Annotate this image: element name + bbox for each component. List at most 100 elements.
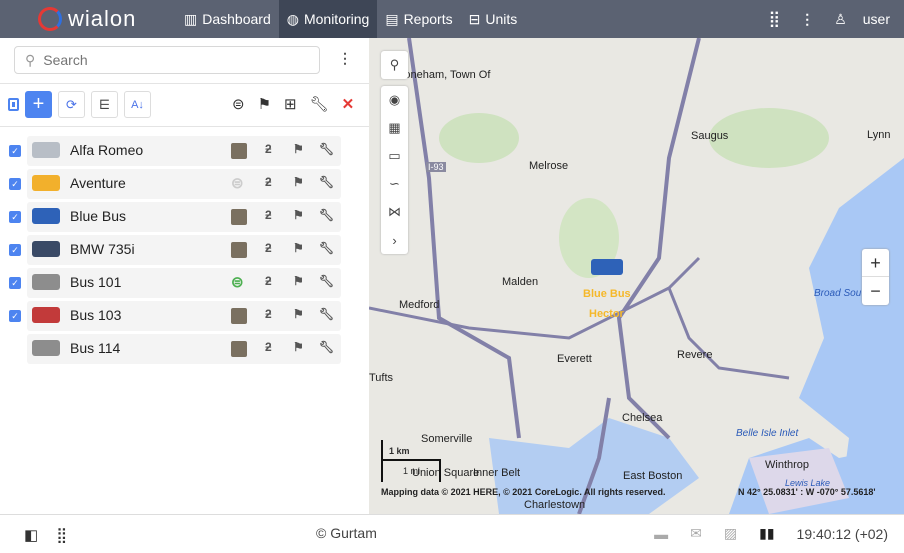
wrench-icon[interactable]: 🔧︎ (319, 142, 334, 156)
search-box[interactable]: ⚲ (14, 46, 320, 74)
clock: 19:40:12 (+02) (796, 525, 888, 542)
unit-row[interactable]: ✓ Alfa Romeo ƻ ⚑ 🔧︎ (0, 136, 345, 166)
logo-text: wialon (68, 6, 137, 31)
wrench-icon[interactable]: 🔧︎ (319, 175, 334, 189)
unit-row[interactable]: ✓ BMW 735i ƻ ⚑ 🔧︎ (0, 235, 345, 265)
ruler-icon[interactable]: ▭ (381, 142, 408, 170)
notifications-icon[interactable]: ▬ (654, 526, 668, 542)
wialon-logo[interactable]: wialon (38, 6, 136, 32)
unit-checkbox[interactable]: ✓ (9, 145, 21, 157)
unit-row[interactable]: ✓ Blue Bus ƻ ⚑ 🔧︎ (0, 202, 345, 232)
map-tools: ⚲ (381, 51, 408, 79)
clipboard-icon: ▤ (385, 10, 399, 27)
water-river (489, 418, 699, 514)
route-icon[interactable]: ∽ (381, 170, 408, 198)
trip-icon[interactable]: ƻ (265, 241, 272, 255)
unit-checkbox[interactable]: ✓ (9, 244, 21, 256)
flag-icon[interactable]: ⚑ (293, 208, 304, 222)
driver-photo[interactable] (231, 242, 247, 258)
nav-reports[interactable]: ▤ Reports (377, 0, 460, 38)
unit-item[interactable]: Blue Bus ƻ ⚑ 🔧︎ (27, 202, 341, 232)
wrench-icon[interactable]: 🔧︎ (319, 307, 334, 321)
trip-icon[interactable]: ƻ (265, 142, 272, 156)
sort-az-icon[interactable]: A↓ (124, 91, 151, 118)
unit-checkbox[interactable]: ✓ (9, 310, 21, 322)
trip-icon[interactable]: ƻ (265, 208, 272, 222)
unit-item[interactable]: Bus 101 ⊜ ƻ ⚑ 🔧︎ (27, 268, 341, 298)
driver-photo[interactable] (231, 341, 247, 357)
map-label: Chelsea (622, 412, 663, 424)
unit-marker-blue-bus[interactable] (591, 259, 623, 275)
map-layers-icon[interactable]: ▦ (381, 114, 408, 142)
wrench-icon[interactable]: 🔧︎ (319, 208, 334, 222)
driver-photo[interactable] (231, 209, 247, 225)
unit-checkbox[interactable]: ✓ (9, 277, 21, 289)
driver-photo[interactable] (231, 143, 247, 159)
user-menu[interactable]: ♙ user (834, 11, 890, 28)
map-search-icon[interactable]: ⚲ (381, 51, 408, 79)
unit-row[interactable]: ✓ Bus 101 ⊜ ƻ ⚑ 🔧︎ (0, 268, 345, 298)
unit-name: Bus 103 (70, 307, 122, 323)
select-all-checkbox[interactable] (8, 98, 19, 111)
top-bar: wialon ▥ Dashboard ◍ Monitoring ▤ Reports ⊟… (0, 0, 904, 38)
flag-icon[interactable]: ⚑ (293, 142, 304, 156)
unit-row[interactable]: Bus 114 ƻ ⚑ 🔧︎ (0, 334, 345, 364)
gallery-icon[interactable]: ▨ (724, 525, 737, 542)
wrench-icon[interactable]: 🔧︎ (319, 274, 334, 288)
flag-icon[interactable]: ⚑ (293, 274, 304, 288)
flag-icon[interactable]: ⚑ (293, 175, 304, 189)
unit-item[interactable]: Bus 114 ƻ ⚑ 🔧︎ (27, 334, 341, 364)
wrench-icon[interactable]: 🔧︎ (319, 340, 334, 354)
driver-photo[interactable] (231, 308, 247, 324)
wrench-icon[interactable]: 🔧︎ (319, 241, 334, 255)
zoom-controls: + − (862, 249, 889, 305)
eye-icon[interactable]: ◉ (381, 86, 408, 114)
driver-wheel-icon[interactable]: ⊜ (232, 95, 245, 113)
trip-icon[interactable]: ƻ (265, 175, 272, 189)
wrench-icon[interactable]: 🔧︎ (310, 95, 329, 113)
unit-checkbox[interactable]: ✓ (9, 178, 21, 190)
delete-icon[interactable]: ✕ (342, 95, 355, 113)
apps-grid-icon[interactable]: ⣿ (56, 526, 67, 544)
flag-icon[interactable]: ⚑ (293, 340, 304, 354)
map-label: Everett (557, 353, 592, 365)
map-tools-group: ◉ ▦ ▭ ∽ ⋈ › (381, 86, 408, 254)
nav-monitoring[interactable]: ◍ Monitoring (278, 0, 378, 38)
unit-name: Alfa Romeo (70, 142, 144, 158)
unit-row[interactable]: ✓ Bus 103 ƻ ⚑ 🔧︎ (0, 301, 345, 331)
group-tree-icon[interactable]: ⋿ (91, 91, 118, 118)
more-menu-icon[interactable]: ⋮ (800, 11, 814, 28)
map[interactable]: Stoneham, Town Of Saugus Lynn Melrose Ma… (369, 38, 904, 514)
apps-grid-icon[interactable]: ⣿ (768, 9, 780, 29)
flag-icon[interactable]: ⚑ (293, 241, 304, 255)
flag-icon[interactable]: ⚑ (293, 307, 304, 321)
zoom-in-button[interactable]: + (862, 249, 889, 277)
unit-item[interactable]: Bus 103 ƻ ⚑ 🔧︎ (27, 301, 341, 331)
divider (0, 83, 369, 84)
unit-row[interactable]: ✓ Aventure ⊜ ƻ ⚑ 🔧︎ (0, 169, 345, 199)
toggle-panel-icon[interactable]: ◧ (24, 526, 38, 544)
add-units-button[interactable]: + (25, 91, 52, 118)
nav-dashboard[interactable]: ▥ Dashboard (176, 0, 279, 38)
nav-units[interactable]: ⊟ Units (461, 0, 526, 38)
expand-chevron-icon[interactable]: › (381, 226, 408, 254)
search-input[interactable] (43, 52, 294, 68)
layout-icon[interactable]: ▮▮ (759, 525, 774, 542)
trip-icon[interactable]: ƻ (265, 307, 272, 321)
trip-icon[interactable]: ƻ (265, 340, 272, 354)
trip-icon[interactable]: ƻ (265, 274, 272, 288)
zoom-out-button[interactable]: − (862, 277, 889, 305)
unit-item[interactable]: Aventure ⊜ ƻ ⚑ 🔧︎ (27, 169, 341, 199)
unit-item[interactable]: Alfa Romeo ƻ ⚑ 🔧︎ (27, 136, 341, 166)
unit-item[interactable]: BMW 735i ƻ ⚑ 🔧︎ (27, 235, 341, 265)
nav-label: Reports (403, 11, 453, 27)
map-label: Saugus (691, 130, 729, 142)
messages-icon[interactable]: ✉ (690, 525, 702, 542)
panel-menu-icon[interactable]: ⋮ (338, 50, 352, 67)
waypoints-icon[interactable]: ⋈ (381, 198, 408, 226)
add-geofence-icon[interactable]: ⊞ (284, 95, 297, 113)
checkered-flag-icon[interactable]: ⚑ (258, 95, 271, 113)
driver-label: Hector (589, 308, 624, 320)
refresh-icon[interactable]: ⟳ (58, 91, 85, 118)
unit-checkbox[interactable]: ✓ (9, 211, 21, 223)
